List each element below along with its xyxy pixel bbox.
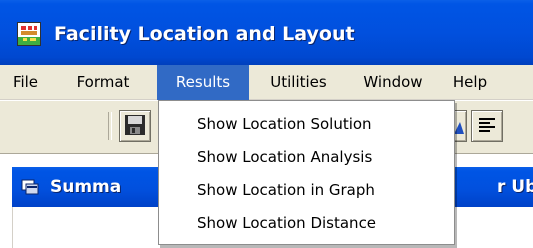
menu-item-show-location-analysis[interactable]: Show Location Analysis [159, 141, 454, 173]
menu-item-show-location-in-graph[interactable]: Show Location in Graph [159, 174, 454, 206]
toolbar-separator [108, 112, 112, 140]
window-title: Facility Location and Layout [54, 23, 355, 45]
app-icon[interactable] [17, 22, 41, 46]
menu-item-show-location-solution[interactable]: Show Location Solution [159, 108, 454, 140]
window-titlebar[interactable]: Facility Location and Layout [0, 0, 533, 65]
menu-item-show-location-distance[interactable]: Show Location Distance [159, 207, 454, 239]
menu-bar: File Format Results Utilities Window Hel… [0, 65, 533, 100]
menu-window[interactable]: Window [345, 65, 441, 100]
menu-utilities[interactable]: Utilities [252, 65, 345, 100]
menu-file[interactable]: File [0, 65, 51, 100]
child-window-title: Summa [50, 177, 122, 197]
menu-format[interactable]: Format [51, 65, 155, 100]
save-button[interactable] [119, 110, 151, 142]
child-window-title-fragment: r Ubi [497, 177, 533, 197]
document-window-icon[interactable] [21, 178, 39, 196]
menu-help[interactable]: Help [441, 65, 499, 100]
align-text-button[interactable] [471, 110, 503, 142]
align-text-icon [472, 114, 502, 136]
save-icon [120, 114, 150, 136]
menu-results[interactable]: Results [157, 65, 249, 100]
results-dropdown-menu: Show Location Solution Show Location Ana… [158, 100, 455, 245]
